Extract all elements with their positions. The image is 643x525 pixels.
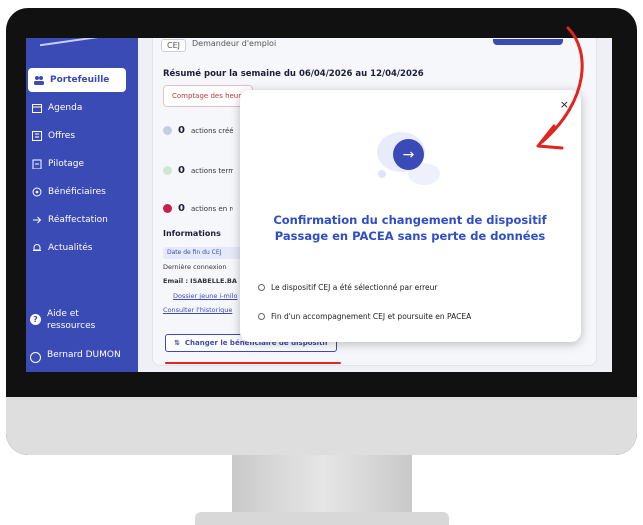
- people-icon: [34, 75, 44, 85]
- user-name: Bernard DUMON: [47, 350, 121, 360]
- arrow-right-icon: [32, 215, 42, 225]
- search-icon: [32, 187, 42, 197]
- sidebar-item-label: Pilotage: [48, 159, 85, 169]
- sidebar-item-offres[interactable]: Offres: [26, 124, 138, 148]
- sidebar-item-label: Bénéficiaires: [48, 187, 106, 197]
- option-label: Fin d'un accompagnement CEJ et poursuite…: [271, 312, 472, 321]
- bell-icon: [32, 243, 42, 253]
- sidebar-item-actualites[interactable]: Actualités: [26, 236, 138, 260]
- history-link[interactable]: Consulter l'historique: [163, 306, 243, 314]
- monitor-stand: [232, 455, 412, 517]
- status-dot: [163, 166, 172, 175]
- end-date-chip: Date de fin du CEJ: [163, 247, 243, 259]
- status-dot: [163, 126, 172, 135]
- status-chip: Demandeur d'emploi: [192, 39, 277, 48]
- sidebar-item-beneficiaires[interactable]: Bénéficiaires: [26, 180, 138, 204]
- sidebar-item-label: Réaffectation: [48, 215, 108, 225]
- action-row-done: 0 actions terminées: [163, 165, 233, 176]
- action-count: 0: [178, 165, 185, 176]
- action-count: 0: [178, 203, 185, 214]
- sidebar-item-portefeuille[interactable]: Portefeuille: [28, 68, 126, 92]
- action-label: actions créées: [190, 126, 233, 135]
- top-chips: CEJ Demandeur d'emploi: [161, 39, 276, 52]
- dispositif-chip: CEJ: [161, 39, 186, 52]
- help-label-line2: ressources: [47, 321, 96, 331]
- sidebar-user[interactable]: Bernard DUMON: [30, 350, 134, 363]
- radio-button[interactable]: [258, 284, 265, 291]
- modal-title-line1: Confirmation du changement de dispositif: [273, 213, 547, 227]
- action-count: 0: [178, 125, 185, 136]
- illustration: →: [374, 130, 444, 190]
- summary-title: Résumé pour la semaine du 06/04/2026 au …: [163, 69, 424, 79]
- arrow-right-icon: →: [393, 139, 424, 170]
- action-row-late: 0 actions en retard: [163, 203, 233, 214]
- sidebar-item-agenda[interactable]: Agenda: [26, 96, 138, 120]
- calendar-icon: [32, 103, 42, 113]
- sidebar-item-label: Agenda: [48, 103, 83, 113]
- sidebar-item-reaffectation[interactable]: Réaffectation: [26, 208, 138, 232]
- action-label: actions terminées: [190, 166, 233, 175]
- swap-icon: ⇅: [174, 339, 180, 347]
- option-pacea[interactable]: Fin d'un accompagnement CEJ et poursuite…: [258, 312, 568, 321]
- sidebar-item-label: Portefeuille: [50, 75, 110, 85]
- action-row-created: 0 actions créées: [163, 125, 233, 136]
- modal-title-line2: Passage en PACEA sans perte de données: [274, 229, 546, 243]
- action-label: actions en retard: [190, 204, 233, 213]
- sidebar-item-help[interactable]: ? Aide et ressources: [30, 308, 130, 332]
- user-icon: [30, 352, 41, 363]
- option-label: Le dispositif CEJ a été sélectionné par …: [271, 283, 438, 292]
- offers-icon: [32, 131, 42, 141]
- status-dot: [163, 204, 172, 213]
- annotation-arrow-icon: [536, 26, 584, 150]
- monitor-stand-base: [195, 512, 449, 525]
- sidebar-item-label: Offres: [48, 131, 76, 141]
- radio-button[interactable]: [258, 313, 265, 320]
- sidebar-item-pilotage[interactable]: Pilotage: [26, 152, 138, 176]
- help-label-line1: Aide et: [47, 309, 79, 319]
- sidebar-item-label: Actualités: [48, 243, 93, 253]
- clipboard-icon: [32, 159, 42, 169]
- annotation-underline: [165, 362, 341, 364]
- modal-title: Confirmation du changement de dispositif…: [260, 212, 560, 244]
- monitor-chin: [6, 397, 637, 455]
- last-login: Dernière connexion: [163, 263, 227, 271]
- logo: [40, 38, 100, 57]
- sidebar: Portefeuille Agenda Offres Pilotage Béné…: [26, 38, 138, 372]
- option-error[interactable]: Le dispositif CEJ a été sélectionné par …: [258, 283, 568, 292]
- folder-link[interactable]: Dossier jeune i-milo: [173, 292, 243, 300]
- info-title: Informations: [163, 229, 221, 238]
- email-line: Email : ISABELLE.BA: [163, 277, 237, 285]
- question-icon: ?: [30, 314, 41, 325]
